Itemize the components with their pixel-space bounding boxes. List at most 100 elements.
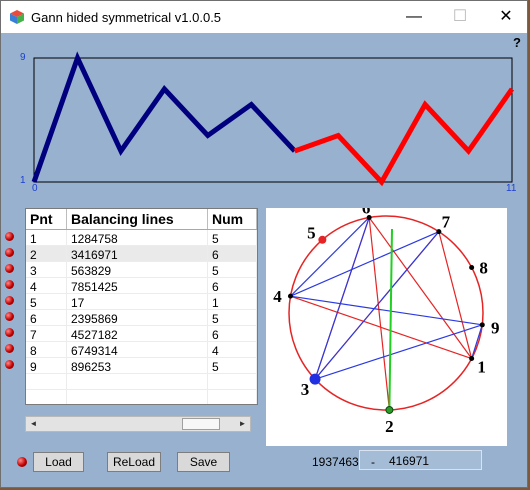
header-pnt[interactable]: Pnt bbox=[26, 209, 67, 229]
cell-pnt: 6 bbox=[26, 310, 67, 326]
close-button[interactable]: ✕ bbox=[483, 1, 529, 33]
line-chart: 9 1 0 11 bbox=[20, 51, 516, 194]
table-row[interactable]: 6 2395869 5 bbox=[26, 310, 257, 326]
result-number: 1937463 bbox=[312, 455, 359, 469]
cell-pnt: 2 bbox=[26, 246, 67, 262]
x-tick-max: 11 bbox=[506, 183, 517, 194]
header-num[interactable]: Num bbox=[208, 209, 257, 229]
chord-red-4-1 bbox=[290, 295, 472, 360]
chord-red-6-2 bbox=[368, 217, 390, 411]
cell-pnt: 3 bbox=[26, 262, 67, 278]
cell-num: 6 bbox=[208, 246, 257, 262]
cell-balancing-line: 4527182 bbox=[67, 326, 208, 342]
cell-balancing-line: 1284758 bbox=[67, 230, 208, 246]
node-dot-8 bbox=[469, 264, 475, 270]
app-cube-icon bbox=[10, 10, 24, 24]
node-label-3: 3 bbox=[301, 380, 310, 399]
node-label-2: 2 bbox=[385, 417, 394, 436]
window-title: Gann hided symmetrical v1.0.0.5 bbox=[31, 10, 222, 25]
table-row[interactable]: 4 7851425 6 bbox=[26, 278, 257, 294]
bullet-icon bbox=[5, 264, 14, 273]
gann-circle-panel: 1 2 3 4 5 6 7 8 9 bbox=[266, 208, 507, 446]
node-dot-9 bbox=[479, 322, 485, 328]
cell-num: 5 bbox=[208, 310, 257, 326]
chart-svg bbox=[31, 51, 515, 187]
cell-pnt: 1 bbox=[26, 230, 67, 246]
node-label-9: 9 bbox=[491, 319, 500, 338]
balancing-table[interactable]: Pnt Balancing lines Num 1 1284758 5 2 341697… bbox=[25, 208, 258, 405]
table-row[interactable]: 9 896253 5 bbox=[26, 358, 257, 374]
node-dot-1 bbox=[469, 356, 475, 362]
y-tick-max: 9 bbox=[20, 52, 26, 63]
cell-balancing-line: 563829 bbox=[67, 262, 208, 278]
cell-num: 4 bbox=[208, 342, 257, 358]
cell-num: 6 bbox=[208, 326, 257, 342]
bullet-icon bbox=[5, 360, 14, 369]
cell-pnt: 9 bbox=[26, 358, 67, 374]
chord-blue-6-4 bbox=[290, 217, 370, 297]
bullet-icon bbox=[5, 280, 14, 289]
table-header: Pnt Balancing lines Num bbox=[26, 209, 257, 230]
bullet-icon bbox=[5, 248, 14, 257]
row-bullets bbox=[5, 232, 19, 376]
separator: - bbox=[371, 455, 375, 469]
horizontal-scrollbar[interactable]: ◄ ► bbox=[25, 416, 251, 432]
save-button[interactable]: Save bbox=[177, 452, 230, 472]
main-window: Gann hided symmetrical v1.0.0.5 — ☐ ✕ ? … bbox=[0, 0, 528, 488]
cell-num: 1 bbox=[208, 294, 257, 310]
table-row[interactable]: 1 1284758 5 bbox=[26, 230, 257, 246]
x-tick-min: 0 bbox=[32, 183, 38, 194]
cell-balancing-line: 2395869 bbox=[67, 310, 208, 326]
minimize-button[interactable]: — bbox=[391, 1, 437, 33]
bullet-icon bbox=[5, 312, 14, 321]
table-row[interactable]: 3 563829 5 bbox=[26, 262, 257, 278]
status-led-icon bbox=[17, 457, 27, 467]
table-row[interactable]: 2 3416971 6 bbox=[26, 246, 257, 262]
cell-num: 5 bbox=[208, 358, 257, 374]
cell-num: 6 bbox=[208, 278, 257, 294]
bullet-icon bbox=[5, 232, 14, 241]
bullet-icon bbox=[5, 296, 14, 305]
cell-num: 5 bbox=[208, 262, 257, 278]
table-row[interactable]: 8 6749314 4 bbox=[26, 342, 257, 358]
table-row[interactable]: 5 17 1 bbox=[26, 294, 257, 310]
node-dot-5 bbox=[318, 235, 327, 244]
help-icon[interactable]: ? bbox=[513, 35, 521, 50]
node-dot-2 bbox=[385, 405, 394, 414]
table-body: 1 1284758 5 2 3416971 6 3 563829 5 4 7851425 6 5 17 1 6… bbox=[26, 230, 257, 404]
reload-button[interactable]: ReLoad bbox=[107, 452, 161, 472]
node-label-8: 8 bbox=[479, 258, 488, 277]
node-dot-7 bbox=[436, 229, 442, 235]
cell-balancing-line: 17 bbox=[67, 294, 208, 310]
table-row[interactable]: 7 4527182 6 bbox=[26, 326, 257, 342]
scroll-thumb[interactable] bbox=[182, 418, 220, 430]
node-label-6: 6 bbox=[362, 208, 371, 217]
chord-blue-4-9 bbox=[290, 295, 483, 326]
empty-row bbox=[26, 374, 257, 390]
node-label-4: 4 bbox=[273, 287, 282, 306]
gann-circle-diagram: 1 2 3 4 5 6 7 8 9 bbox=[273, 208, 500, 436]
scroll-right-icon[interactable]: ► bbox=[235, 417, 250, 431]
chord-red-6-1 bbox=[368, 217, 473, 359]
load-button[interactable]: Load bbox=[33, 452, 84, 472]
y-tick-min: 1 bbox=[20, 175, 26, 186]
cell-balancing-line: 7851425 bbox=[67, 278, 208, 294]
value-field[interactable]: 416971 bbox=[359, 450, 482, 470]
cell-balancing-line: 6749314 bbox=[67, 342, 208, 358]
cell-num: 5 bbox=[208, 230, 257, 246]
node-label-1: 1 bbox=[477, 357, 486, 376]
cell-pnt: 7 bbox=[26, 326, 67, 342]
title-bar: Gann hided symmetrical v1.0.0.5 — ☐ ✕ bbox=[1, 1, 527, 33]
series-line-2 bbox=[293, 87, 515, 187]
scroll-left-icon[interactable]: ◄ bbox=[26, 417, 41, 431]
cell-pnt: 4 bbox=[26, 278, 67, 294]
bullet-icon bbox=[5, 344, 14, 353]
cell-balancing-line: 3416971 bbox=[67, 246, 208, 262]
node-label-7: 7 bbox=[442, 213, 451, 232]
node-label-5: 5 bbox=[307, 224, 316, 243]
maximize-button: ☐ bbox=[452, 8, 468, 25]
node-dot-3 bbox=[309, 373, 321, 385]
header-balancing-lines[interactable]: Balancing lines bbox=[67, 209, 208, 229]
chord-red-7-1 bbox=[438, 231, 473, 359]
bullet-icon bbox=[5, 328, 14, 337]
